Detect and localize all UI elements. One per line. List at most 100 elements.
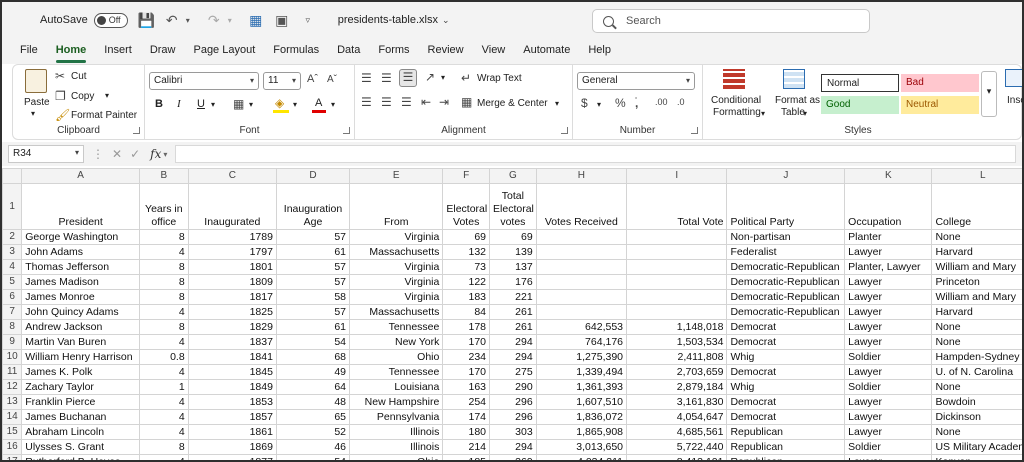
top-align-icon[interactable]: ☰ [361, 71, 372, 85]
table-cell[interactable]: 8 [138, 274, 189, 290]
table-cell[interactable]: 4 [138, 364, 189, 380]
header-cell[interactable]: From [349, 183, 444, 230]
table-cell[interactable]: 1809 [187, 274, 277, 290]
table-cell[interactable]: 0.8 [138, 349, 189, 365]
table-cell[interactable]: 3,161,830 [626, 394, 728, 410]
table-cell[interactable]: 5,722,440 [626, 439, 728, 455]
header-cell[interactable]: Electoral Votes [442, 183, 491, 230]
style-good[interactable]: Good [821, 96, 899, 114]
fill-dropdown-icon[interactable]: ▾ [293, 100, 297, 109]
table-cell[interactable]: 2,879,184 [626, 379, 728, 395]
table-cell[interactable]: Democrat [726, 319, 846, 335]
table-cell[interactable]: 170 [442, 364, 491, 380]
wrap-text-icon[interactable]: ↵ [461, 71, 471, 85]
table-cell[interactable]: 764,176 [535, 334, 628, 350]
header-cell[interactable]: Total Electoral votes [489, 183, 537, 230]
table-cell[interactable]: William Henry Harrison [21, 349, 140, 365]
table-cell[interactable]: 254 [442, 394, 491, 410]
table-cell[interactable]: 57 [275, 304, 351, 320]
table-cell[interactable]: Thomas Jefferson [21, 259, 140, 275]
italic-button[interactable]: I [177, 98, 181, 110]
column-header-e[interactable]: E [349, 168, 444, 184]
table-cell[interactable]: Massachusetts [349, 304, 444, 320]
table-cell[interactable]: 64 [275, 379, 351, 395]
table-cell[interactable]: Virginia [349, 229, 444, 245]
undo-dropdown-icon[interactable]: ▾ [180, 16, 196, 25]
header-cell[interactable]: Inaugurated [187, 183, 277, 230]
table-cell[interactable]: Zachary Taylor [21, 379, 140, 395]
merge-center-button[interactable]: Merge & Center [477, 98, 548, 109]
column-header-i[interactable]: I [626, 168, 728, 184]
bottom-align-icon[interactable]: ☰ [399, 69, 417, 87]
row-header[interactable]: 1 [2, 183, 23, 230]
table-cell[interactable]: James Monroe [21, 289, 140, 305]
table-cell[interactable]: 185 [442, 454, 491, 460]
table-cell[interactable]: 369 [489, 454, 537, 460]
style-bad[interactable]: Bad [901, 74, 979, 92]
table-cell[interactable]: Virginia [349, 259, 444, 275]
format-as-table-button[interactable]: Format as [775, 95, 820, 106]
table-cell[interactable]: 8,413,101 [626, 454, 728, 460]
table-cell[interactable]: Democratic-Republican [726, 259, 846, 275]
increase-font-icon[interactable]: Aˆ [307, 73, 318, 85]
insert-function-button[interactable]: fx [150, 147, 161, 161]
table-cell[interactable]: Soldier [844, 349, 933, 365]
table-cell[interactable]: Democrat [726, 409, 846, 425]
column-header-h[interactable]: H [535, 168, 628, 184]
table-cell[interactable]: 1,503,534 [626, 334, 728, 350]
table-cell[interactable]: 170 [442, 334, 491, 350]
table-cell[interactable]: 54 [275, 454, 351, 460]
name-box[interactable]: R34 ▾ [8, 145, 84, 163]
table-cell[interactable]: Louisiana [349, 379, 444, 395]
format-table-dropdown-icon[interactable]: ▾ [803, 109, 807, 118]
copy-icon[interactable]: ❐ [55, 89, 66, 103]
row-header[interactable]: 16 [2, 439, 23, 455]
table-cell[interactable]: 1849 [187, 379, 277, 395]
table-cell[interactable]: 1,275,390 [535, 349, 628, 365]
paste-button[interactable]: Paste [24, 97, 50, 108]
orientation-icon[interactable]: ↗ [425, 70, 435, 84]
column-header-f[interactable]: F [442, 168, 491, 184]
table-cell[interactable]: 1861 [187, 424, 277, 440]
table-cell[interactable]: 1,361,393 [535, 379, 628, 395]
table-cell[interactable]: Massachusetts [349, 244, 444, 260]
table-cell[interactable]: 1,865,908 [535, 424, 628, 440]
table-cell[interactable]: 61 [275, 319, 351, 335]
table-cell[interactable]: Lawyer [844, 364, 933, 380]
table-cell[interactable]: Soldier [844, 379, 933, 395]
table-cell[interactable]: Lawyer [844, 274, 933, 290]
menu-formulas[interactable]: Formulas [273, 44, 319, 59]
clipboard-launcher-icon[interactable] [133, 127, 140, 134]
table-cell[interactable]: 1797 [187, 244, 277, 260]
table-cell[interactable]: Illinois [349, 439, 444, 455]
table-cell[interactable]: 8 [138, 289, 189, 305]
table-cell[interactable]: 290 [489, 379, 537, 395]
number-launcher-icon[interactable] [691, 127, 698, 134]
table-cell[interactable]: Illinois [349, 424, 444, 440]
table-cell[interactable]: 4,054,647 [626, 409, 728, 425]
table-cell[interactable]: 4 [138, 454, 189, 460]
table-cell[interactable]: Harvard [931, 304, 1022, 320]
decrease-indent-icon[interactable]: ⇤ [421, 95, 431, 109]
header-cell[interactable]: Inauguration Age [275, 183, 351, 230]
table-cell[interactable]: Democrat [726, 394, 846, 410]
align-right-icon[interactable]: ☰ [401, 95, 412, 109]
format-as-table-label2[interactable]: Table [781, 107, 805, 118]
table-cell[interactable]: 1,339,494 [535, 364, 628, 380]
bold-button[interactable]: B [155, 98, 163, 110]
table-cell[interactable] [626, 244, 728, 260]
decrease-font-icon[interactable]: Aˇ [327, 74, 337, 85]
row-header[interactable]: 13 [2, 394, 23, 410]
cut-button[interactable]: Cut [71, 71, 87, 82]
font-launcher-icon[interactable] [343, 127, 350, 134]
table-cell[interactable]: 296 [489, 394, 537, 410]
row-header[interactable]: 5 [2, 274, 23, 290]
table-cell[interactable]: None [931, 319, 1022, 335]
table-cell[interactable]: 1789 [187, 229, 277, 245]
menu-insert[interactable]: Insert [104, 44, 132, 59]
table-cell[interactable]: 4,685,561 [626, 424, 728, 440]
fill-color-icon[interactable]: ◈ [275, 96, 284, 110]
currency-icon[interactable]: $ [581, 96, 588, 110]
table-cell[interactable]: Lawyer [844, 289, 933, 305]
select-all-corner[interactable] [2, 168, 23, 184]
